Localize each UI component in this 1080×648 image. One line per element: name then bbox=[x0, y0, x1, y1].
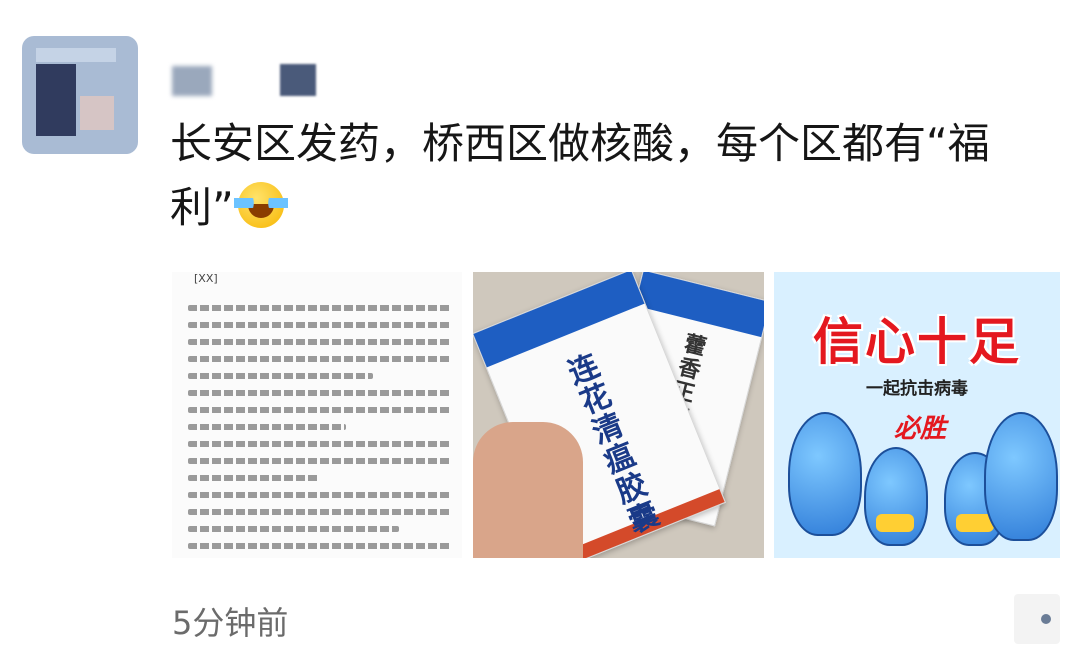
document-title: [XX] bbox=[194, 272, 218, 285]
mascot-graphic bbox=[788, 412, 862, 536]
post-image-poster[interactable]: 信心十足 一起抗击病毒 必胜 bbox=[774, 272, 1060, 558]
poster-slogan: 必胜 bbox=[894, 414, 947, 444]
post-image-document[interactable]: [XX] bbox=[172, 272, 462, 558]
avatar[interactable] bbox=[22, 36, 138, 154]
username-pixel bbox=[280, 64, 316, 96]
post-image-medicine[interactable]: 藿香正气软胶 连花清瘟胶囊 bbox=[473, 272, 764, 558]
post-text-content: 长安区发药，桥西区做核酸，每个区都有“福利” bbox=[170, 119, 990, 232]
poster-title: 信心十足 bbox=[813, 313, 1021, 371]
tears-of-joy-emoji-icon bbox=[233, 182, 288, 228]
avatar-pixel bbox=[36, 48, 116, 62]
poster-subtitle: 一起抗击病毒 bbox=[866, 379, 968, 399]
comment-more-button[interactable] bbox=[1014, 594, 1060, 644]
document-text-lines bbox=[188, 294, 452, 558]
avatar-pixel bbox=[36, 64, 76, 136]
hand-graphic bbox=[473, 422, 583, 558]
username-pixel bbox=[172, 66, 212, 96]
mascot-graphic bbox=[864, 447, 928, 546]
post-timestamp: 5分钟前 bbox=[172, 604, 289, 642]
comment-more-icon bbox=[1041, 614, 1051, 624]
avatar-pixel bbox=[80, 96, 114, 130]
username-pixelated[interactable] bbox=[168, 60, 338, 98]
post-text: 长安区发药，桥西区做核酸，每个区都有“福利” bbox=[170, 112, 1050, 240]
mascot-graphic bbox=[984, 412, 1058, 541]
